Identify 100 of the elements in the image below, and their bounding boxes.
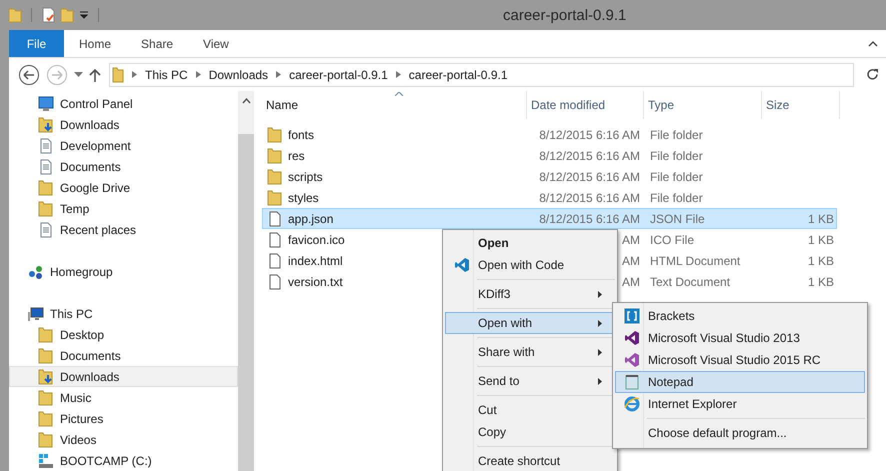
column-header[interactable]: Size bbox=[762, 91, 840, 119]
chevron-icon[interactable] bbox=[132, 71, 137, 78]
document-icon bbox=[38, 138, 54, 154]
file-name: scripts bbox=[288, 170, 323, 184]
date-cell: AM bbox=[622, 232, 640, 246]
menu-item[interactable]: Share with bbox=[445, 341, 615, 363]
nav-item[interactable]: Music bbox=[9, 387, 238, 408]
nav-item[interactable]: Documents bbox=[9, 345, 238, 366]
menu-item[interactable]: Microsoft Visual Studio 2013 bbox=[615, 327, 865, 349]
folder-icon bbox=[38, 180, 54, 196]
download-folder-icon bbox=[38, 116, 54, 132]
chevron-icon[interactable] bbox=[396, 71, 401, 78]
download-folder-icon bbox=[38, 368, 54, 384]
nav-item[interactable]: Downloads bbox=[9, 366, 238, 387]
file-icon bbox=[267, 232, 283, 248]
breadcrumb[interactable]: career-portal-0.9.1 bbox=[408, 68, 508, 82]
nav-item[interactable]: Downloads bbox=[9, 114, 238, 135]
column-header[interactable]: Name bbox=[262, 91, 527, 119]
file-name: fonts bbox=[288, 128, 314, 142]
type-cell: HTML Document bbox=[650, 254, 740, 268]
browser-icon bbox=[624, 396, 640, 412]
folder-icon bbox=[112, 66, 124, 82]
up-arrow-icon[interactable] bbox=[89, 68, 101, 82]
file-name: index.html bbox=[288, 254, 343, 268]
document-icon bbox=[38, 158, 54, 174]
ribbon-tab[interactable]: File bbox=[9, 30, 64, 57]
folder-icon bbox=[38, 200, 54, 216]
visual-studio-icon bbox=[624, 352, 640, 368]
date-cell: AM bbox=[622, 254, 640, 268]
folder-icon bbox=[267, 168, 283, 184]
file-name: res bbox=[288, 148, 305, 162]
nav-item[interactable]: This PC bbox=[9, 303, 238, 324]
folder-icon bbox=[38, 390, 54, 406]
column-header[interactable]: Type bbox=[644, 91, 762, 119]
nav-item[interactable]: Documents bbox=[9, 156, 238, 177]
type-cell: ICO File bbox=[650, 232, 694, 246]
menu-item[interactable]: KDiff3 bbox=[445, 283, 615, 305]
nav-item[interactable]: BOOTCAMP (C:) bbox=[9, 450, 238, 471]
control-panel-icon bbox=[38, 96, 54, 112]
file-row[interactable]: app.json 8/12/2015 6:16 AM JSON File 1 KB bbox=[262, 208, 837, 229]
nav-item[interactable]: Desktop bbox=[9, 324, 238, 345]
menu-item[interactable]: Create shortcut bbox=[445, 450, 615, 471]
nav-item[interactable]: Recent places bbox=[9, 219, 238, 240]
menu-item[interactable]: Copy bbox=[445, 421, 615, 443]
nav-item[interactable]: Temp bbox=[9, 198, 238, 219]
menu-item[interactable]: Open bbox=[445, 232, 615, 254]
folder-icon bbox=[38, 432, 54, 448]
date-cell: 8/12/2015 6:16 AM bbox=[539, 190, 640, 204]
scroll-up-icon[interactable] bbox=[242, 98, 250, 104]
menu-item[interactable]: Send to bbox=[445, 370, 615, 392]
menu-item[interactable]: Choose default program... bbox=[615, 422, 865, 444]
file-name: version.txt bbox=[288, 274, 343, 288]
date-cell: 8/12/2015 6:16 AM bbox=[539, 170, 640, 184]
size-cell: 1 KB bbox=[808, 254, 834, 268]
nav-item[interactable]: Google Drive bbox=[9, 177, 238, 198]
breadcrumb[interactable]: Downloads bbox=[208, 68, 268, 82]
nav-item[interactable]: Control Panel bbox=[9, 93, 238, 114]
submenu-arrow-icon bbox=[598, 378, 602, 385]
chevron-icon[interactable] bbox=[868, 40, 878, 47]
type-cell: File folder bbox=[650, 190, 703, 204]
submenu-arrow-icon bbox=[598, 291, 602, 298]
type-cell: File folder bbox=[650, 170, 703, 184]
breadcrumb[interactable]: career-portal-0.9.1 bbox=[289, 68, 388, 82]
size-cell: 1 KB bbox=[808, 232, 834, 246]
nav-item[interactable]: Videos bbox=[9, 429, 238, 450]
size-cell: 1 KB bbox=[808, 212, 834, 226]
dropdown-icon[interactable] bbox=[74, 72, 83, 77]
menu-item[interactable]: Microsoft Visual Studio 2015 RC bbox=[615, 349, 865, 371]
address-bar[interactable]: This PC Downloads career-portal-0.9.1 career-portal-0.9.1 bbox=[109, 62, 854, 86]
chevron-icon[interactable] bbox=[196, 71, 201, 78]
type-cell: File folder bbox=[650, 128, 703, 142]
drive-icon bbox=[38, 452, 54, 468]
nav-item[interactable]: Pictures bbox=[9, 408, 238, 429]
menu-item[interactable]: Brackets bbox=[615, 305, 865, 327]
code-editor-icon bbox=[454, 257, 470, 273]
nav-item[interactable]: Development bbox=[9, 135, 238, 156]
column-header[interactable]: Date modified bbox=[527, 91, 644, 119]
date-cell: 8/12/2015 6:16 AM bbox=[539, 128, 640, 142]
scrollbar[interactable] bbox=[238, 91, 254, 471]
file-name: app.json bbox=[288, 212, 334, 226]
menu-item[interactable]: Open with Code bbox=[445, 254, 615, 276]
folder-icon bbox=[267, 190, 283, 206]
menu-item[interactable]: Cut bbox=[445, 399, 615, 421]
menu-item[interactable]: Internet Explorer bbox=[615, 393, 865, 415]
folder-icon bbox=[38, 348, 54, 364]
brackets-icon bbox=[624, 308, 640, 324]
chevron-icon[interactable] bbox=[276, 71, 282, 78]
menu-item[interactable]: Open with bbox=[445, 312, 615, 334]
visual-studio-icon bbox=[624, 330, 640, 346]
dropdown-icon[interactable] bbox=[79, 10, 89, 20]
menu-item[interactable]: Notepad bbox=[615, 371, 865, 393]
folder-icon bbox=[38, 326, 54, 342]
refresh-icon[interactable] bbox=[866, 68, 879, 81]
back-icon[interactable] bbox=[18, 64, 40, 86]
folder-icon bbox=[267, 126, 283, 142]
nav-item[interactable]: Homegroup bbox=[9, 261, 238, 282]
computer-icon bbox=[28, 306, 44, 322]
breadcrumb[interactable]: This PC bbox=[145, 68, 188, 82]
document-icon[interactable] bbox=[41, 7, 55, 23]
file-name: styles bbox=[288, 190, 319, 204]
